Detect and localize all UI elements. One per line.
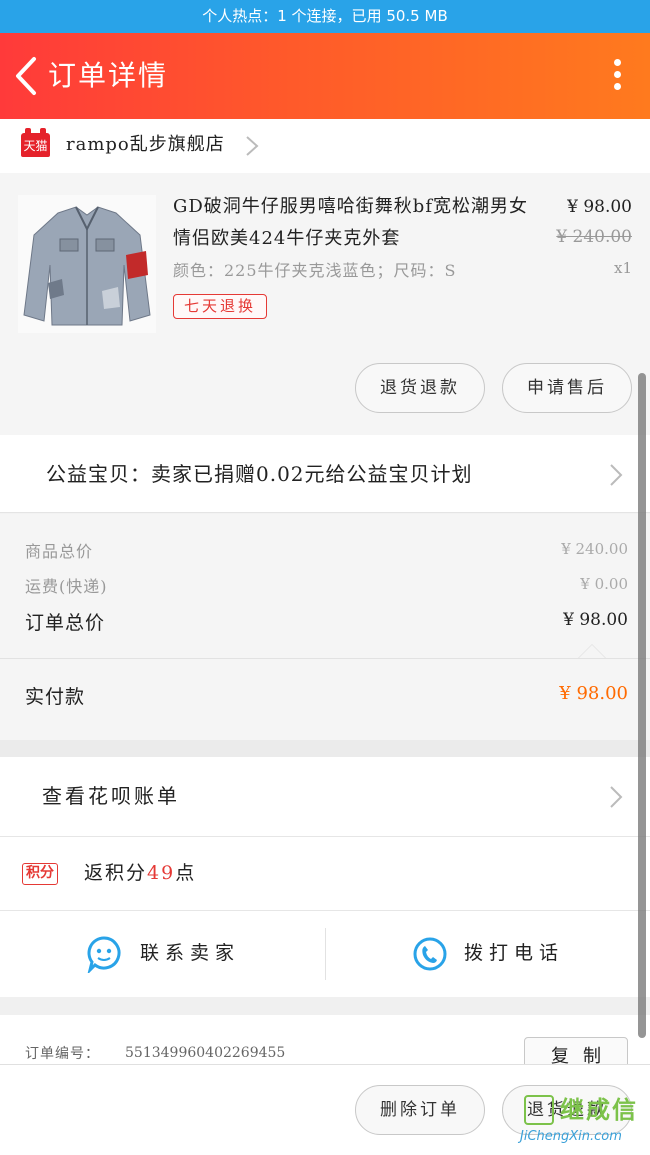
price-summary: 商品总价 ¥ 240.00 运费(快递) ¥ 0.00 订单总价 ¥ 98.00… — [0, 514, 650, 740]
order-number-label: 订单编号： — [25, 1046, 100, 1062]
watermark-url: JiChengXin.com — [520, 1129, 622, 1144]
delete-order-button[interactable]: 删除订单 — [355, 1085, 485, 1135]
watermark-logo: 继成信 JiChengXin.com — [494, 1093, 644, 1151]
product-image[interactable] — [18, 195, 156, 333]
store-row[interactable]: 天猫 rampo乱步旗舰店 — [0, 119, 650, 173]
tmall-logo-icon: 天猫 — [21, 128, 50, 157]
points-badge: 积分 — [22, 863, 58, 885]
status-bar: 个人热点：1 个连接，已用 50.5 MB — [0, 0, 650, 33]
contact-seller-label: 联系卖家 — [140, 942, 241, 964]
more-options-button[interactable] — [612, 59, 622, 95]
contact-seller-button[interactable]: 联系卖家 — [0, 911, 325, 997]
product-price: ¥ 98.00 — [567, 197, 632, 217]
chevron-right-icon — [610, 464, 623, 486]
seven-day-return-tag: 七天退换 — [173, 294, 268, 319]
huabei-bill-row[interactable]: 查看花呗账单 — [0, 757, 650, 837]
order-total-label: 订单总价 — [25, 612, 106, 634]
product-card[interactable]: GD破洞牛仔服男嘻哈街舞秋bf宽松潮男女情侣欧美424牛仔夹克外套 ¥ 98.0… — [0, 173, 650, 435]
points-prefix: 返积分 — [84, 862, 148, 884]
chevron-right-icon — [246, 136, 259, 156]
phone-icon — [413, 937, 447, 971]
chevron-right-icon — [610, 786, 623, 808]
order-total-value: ¥ 98.00 — [563, 610, 628, 630]
shipping-label: 运费(快递) — [25, 577, 108, 596]
charity-text: 公益宝贝：卖家已捐赠0.02元给公益宝贝计划 — [46, 462, 473, 486]
charity-row[interactable]: 公益宝贝：卖家已捐赠0.02元给公益宝贝计划 — [0, 435, 650, 513]
tmall-badge-label: 天猫 — [23, 139, 48, 153]
denim-jacket-image — [18, 195, 156, 333]
shipping-value: ¥ 0.00 — [580, 575, 628, 593]
chevron-left-icon — [16, 57, 36, 95]
status-bar-text: 个人热点：1 个连接，已用 50.5 MB — [202, 7, 448, 25]
call-phone-label: 拨打电话 — [464, 942, 565, 964]
caret-up-icon — [578, 644, 606, 658]
more-vertical-icon — [612, 59, 622, 90]
scrollbar[interactable] — [638, 373, 646, 1038]
section-gap — [0, 997, 650, 1015]
points-value: 49 — [147, 862, 176, 884]
points-text: 返积分49点 — [84, 856, 196, 890]
contact-bar: 联系卖家 拨打电话 — [0, 911, 650, 997]
chat-bubble-icon — [87, 936, 121, 973]
goods-total-value: ¥ 240.00 — [561, 540, 628, 558]
points-row: 积分 返积分49点 — [0, 837, 650, 911]
product-original-price: ¥ 240.00 — [556, 227, 632, 247]
points-suffix: 点 — [175, 862, 197, 884]
back-button[interactable] — [10, 53, 46, 99]
store-name: rampo乱步旗舰店 — [66, 134, 225, 155]
product-title[interactable]: GD破洞牛仔服男嘻哈街舞秋bf宽松潮男女情侣欧美424牛仔夹克外套 — [173, 191, 543, 255]
goods-total-label: 商品总价 — [25, 542, 94, 561]
huabei-bill-label: 查看花呗账单 — [42, 784, 180, 808]
page-title: 订单详情 — [48, 59, 169, 92]
paid-label: 实付款 — [25, 686, 86, 708]
watermark-icon — [524, 1095, 554, 1125]
page-header: 订单详情 — [0, 33, 650, 119]
product-quantity: x1 — [613, 259, 632, 277]
paid-value: ¥ 98.00 — [559, 683, 628, 704]
section-gap — [0, 740, 650, 757]
call-phone-button[interactable]: 拨打电话 — [326, 911, 650, 997]
divider — [0, 658, 650, 659]
product-sku: 颜色：225牛仔夹克浅蓝色；尺码：S — [173, 261, 457, 280]
after-sale-button[interactable]: 申请售后 — [502, 363, 632, 413]
watermark-text: 继成信 — [560, 1096, 638, 1124]
order-number: 551349960402269455 — [125, 1045, 286, 1061]
return-refund-button[interactable]: 退货退款 — [355, 363, 485, 413]
